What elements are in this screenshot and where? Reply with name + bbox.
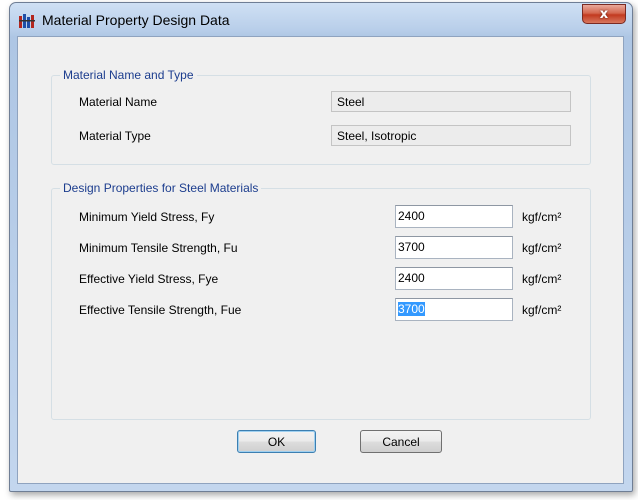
material-name-field: Steel [331, 91, 571, 112]
dialog-client-area: Material Name and Type Material Name Ste… [17, 36, 624, 484]
fy-input[interactable]: 2400 [395, 205, 513, 228]
fu-input[interactable]: 3700 [395, 236, 513, 259]
material-name-type-group: Material Name and Type Material Name Ste… [51, 68, 591, 165]
fu-unit: kgf/cm² [522, 241, 562, 255]
ok-button[interactable]: OK [237, 430, 316, 453]
group-title-design: Design Properties for Steel Materials [60, 181, 262, 195]
fu-label: Minimum Tensile Strength, Fu [79, 241, 238, 255]
close-icon: x [599, 6, 609, 22]
fue-input[interactable]: 3700 [395, 298, 513, 321]
fye-label: Effective Yield Stress, Fye [79, 272, 219, 286]
fye-unit: kgf/cm² [522, 272, 562, 286]
close-button[interactable]: x [582, 4, 626, 24]
fy-unit: kgf/cm² [522, 210, 562, 224]
dialog-window: Material Property Design Data x Material… [9, 2, 633, 492]
fue-unit: kgf/cm² [522, 303, 562, 317]
material-name-label: Material Name [79, 95, 158, 109]
window-title: Material Property Design Data [42, 12, 230, 28]
fy-label: Minimum Yield Stress, Fy [79, 210, 215, 224]
title-bar[interactable]: Material Property Design Data x [10, 3, 632, 37]
fue-selected-text: 3700 [398, 302, 425, 316]
fye-input[interactable]: 2400 [395, 267, 513, 290]
material-type-label: Material Type [79, 129, 151, 143]
group-title-material: Material Name and Type [60, 68, 197, 82]
fue-label: Effective Tensile Strength, Fue [79, 303, 242, 317]
material-type-field: Steel, Isotropic [331, 125, 571, 146]
design-properties-group: Design Properties for Steel Materials Mi… [51, 181, 591, 420]
app-icon [19, 14, 35, 28]
cancel-button[interactable]: Cancel [360, 430, 442, 453]
